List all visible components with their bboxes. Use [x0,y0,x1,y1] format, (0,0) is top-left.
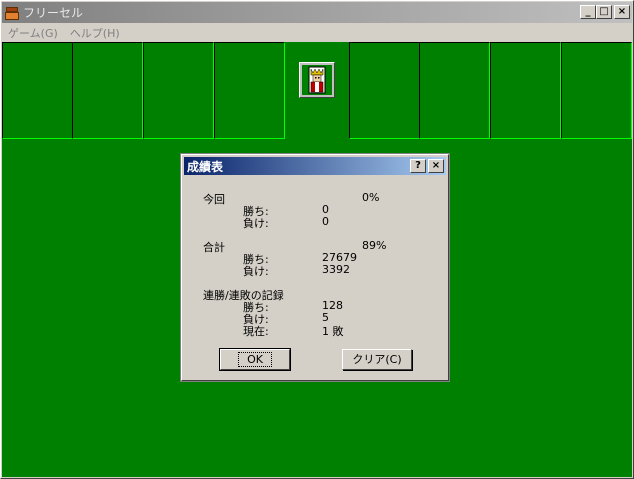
menu-help[interactable]: ヘルプ(H) [64,25,126,41]
window-title: フリーセル [23,6,84,20]
clear-button-label: クリア(C) [352,353,402,366]
free-cell-3[interactable] [143,42,214,139]
this-session-percent: 0% [362,191,380,204]
free-cell-2[interactable] [72,42,143,139]
ok-button-label: OK [238,352,272,367]
menu-game[interactable]: ゲーム(G) [2,25,64,41]
minimize-button[interactable]: _ [580,5,596,19]
free-cell-1[interactable] [2,42,73,139]
close-button[interactable]: × [614,5,630,19]
dialog-help-button[interactable]: ? [410,159,426,173]
streak-current: 1 敗 [322,325,344,338]
free-cell-4[interactable] [214,42,285,139]
dialog-title: 成績表 [187,159,224,174]
this-session-losses: 0 [322,215,329,228]
menu-bar: ゲーム(G) ヘルプ(H) [2,24,632,42]
total-losses-label: 負け: [243,265,269,278]
foundation-1[interactable] [349,42,420,139]
freecell-window: フリーセル _ □ × ゲーム(G) ヘルプ(H) 成績表 ? × 今回 0% … [0,0,634,479]
total-losses: 3392 [322,263,350,276]
title-bar[interactable]: フリーセル _ □ × [2,2,632,23]
ok-button[interactable]: OK [219,348,291,371]
foundation-4[interactable] [561,42,632,139]
maximize-button[interactable]: □ [596,5,612,19]
this-session-losses-label: 負け: [243,217,269,230]
total-percent: 89% [362,239,387,252]
dialog-title-bar[interactable]: 成績表 ? × [184,157,446,175]
total-heading: 合計 [203,241,225,254]
statistics-dialog: 成績表 ? × 今回 0% 勝ち: 0 負け: 0 合計 89% 勝ち: 276… [180,153,450,382]
streak-current-label: 現在: [243,325,269,338]
freecell-app-icon [4,5,20,21]
king-icon [299,62,335,98]
dialog-close-button[interactable]: × [428,159,444,173]
foundation-3[interactable] [490,42,561,139]
clear-button[interactable]: クリア(C) [342,349,412,370]
foundation-2[interactable] [419,42,490,139]
this-session-heading: 今回 [203,193,225,206]
